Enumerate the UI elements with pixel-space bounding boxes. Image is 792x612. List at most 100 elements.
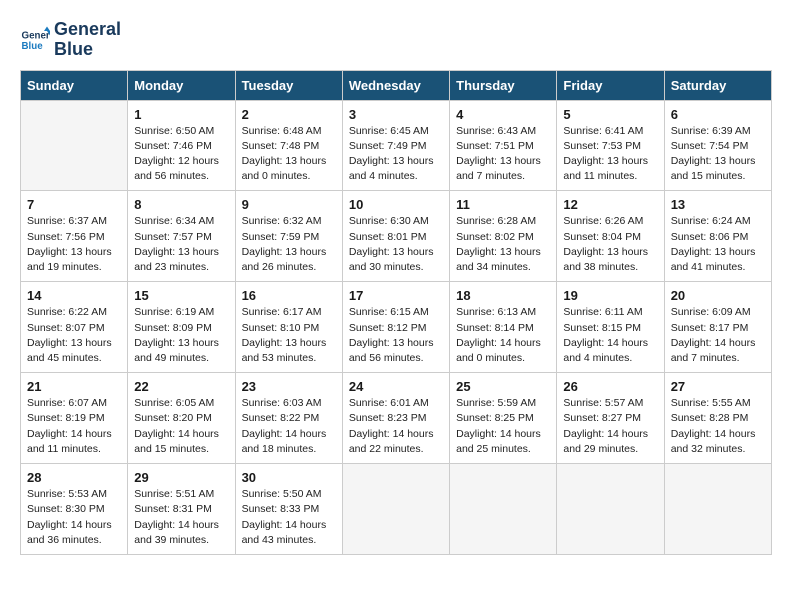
calendar-cell: 25 Sunrise: 5:59 AMSunset: 8:25 PMDayligh… xyxy=(450,373,557,464)
day-number: 21 xyxy=(27,379,121,394)
calendar-cell: 8 Sunrise: 6:34 AMSunset: 7:57 PMDaylight… xyxy=(128,191,235,282)
svg-text:Blue: Blue xyxy=(22,41,44,52)
calendar-cell: 2 Sunrise: 6:48 AMSunset: 7:48 PMDaylight… xyxy=(235,100,342,191)
calendar-cell: 30Sunrise: 5:50 AMSunset: 8:33 PMDayligh… xyxy=(235,464,342,555)
calendar-cell: 22 Sunrise: 6:05 AMSunset: 8:20 PMDayligh… xyxy=(128,373,235,464)
day-info: Sunrise: 5:57 AMSunset: 8:27 PMDaylight:… xyxy=(563,396,657,457)
header-cell-friday: Friday xyxy=(557,70,664,100)
day-info: Sunrise: 6:26 AMSunset: 8:04 PMDaylight:… xyxy=(563,214,657,275)
day-number: 20 xyxy=(671,288,765,303)
calendar-table: SundayMondayTuesdayWednesdayThursdayFrid… xyxy=(20,70,772,555)
day-number: 27 xyxy=(671,379,765,394)
calendar-cell xyxy=(664,464,771,555)
calendar-cell: 9 Sunrise: 6:32 AMSunset: 7:59 PMDaylight… xyxy=(235,191,342,282)
week-row-5: 28 Sunrise: 5:53 AMSunset: 8:30 PMDayligh… xyxy=(21,464,772,555)
day-number: 8 xyxy=(134,197,228,212)
day-number: 10 xyxy=(349,197,443,212)
calendar-header: SundayMondayTuesdayWednesdayThursdayFrid… xyxy=(21,70,772,100)
day-info: Sunrise: 6:01 AMSunset: 8:23 PMDaylight:… xyxy=(349,396,443,457)
day-info: Sunrise: 6:03 AMSunset: 8:22 PMDaylight:… xyxy=(242,396,336,457)
day-info: Sunrise: 6:19 AMSunset: 8:09 PMDaylight:… xyxy=(134,305,228,366)
day-number: 26 xyxy=(563,379,657,394)
calendar-cell: 24 Sunrise: 6:01 AMSunset: 8:23 PMDayligh… xyxy=(342,373,449,464)
day-info: Sunrise: 6:11 AMSunset: 8:15 PMDaylight:… xyxy=(563,305,657,366)
calendar-cell: 26 Sunrise: 5:57 AMSunset: 8:27 PMDayligh… xyxy=(557,373,664,464)
calendar-cell: 28 Sunrise: 5:53 AMSunset: 8:30 PMDayligh… xyxy=(21,464,128,555)
day-info: Sunrise: 6:22 AMSunset: 8:07 PMDaylight:… xyxy=(27,305,121,366)
calendar-cell: 29 Sunrise: 5:51 AMSunset: 8:31 PMDayligh… xyxy=(128,464,235,555)
calendar-cell: 11 Sunrise: 6:28 AMSunset: 8:02 PMDayligh… xyxy=(450,191,557,282)
day-number: 9 xyxy=(242,197,336,212)
day-number: 17 xyxy=(349,288,443,303)
day-info: Sunrise: 6:17 AMSunset: 8:10 PMDaylight:… xyxy=(242,305,336,366)
calendar-cell: 21 Sunrise: 6:07 AMSunset: 8:19 PMDayligh… xyxy=(21,373,128,464)
header: General Blue General Blue xyxy=(20,20,772,60)
day-info: Sunrise: 6:34 AMSunset: 7:57 PMDaylight:… xyxy=(134,214,228,275)
header-row: SundayMondayTuesdayWednesdayThursdayFrid… xyxy=(21,70,772,100)
day-number: 2 xyxy=(242,107,336,122)
calendar-cell: 3Sunrise: 6:45 AMSunset: 7:49 PMDaylight… xyxy=(342,100,449,191)
calendar-cell: 10 Sunrise: 6:30 AMSunset: 8:01 PMDayligh… xyxy=(342,191,449,282)
calendar-cell: 15Sunrise: 6:19 AMSunset: 8:09 PMDayligh… xyxy=(128,282,235,373)
calendar-body: 1 Sunrise: 6:50 AMSunset: 7:46 PMDaylight… xyxy=(21,100,772,554)
calendar-cell: 14 Sunrise: 6:22 AMSunset: 8:07 PMDayligh… xyxy=(21,282,128,373)
day-info: Sunrise: 5:51 AMSunset: 8:31 PMDaylight:… xyxy=(134,487,228,548)
day-number: 6 xyxy=(671,107,765,122)
day-info: Sunrise: 5:55 AMSunset: 8:28 PMDaylight:… xyxy=(671,396,765,457)
day-info: Sunrise: 6:07 AMSunset: 8:19 PMDaylight:… xyxy=(27,396,121,457)
day-info: Sunrise: 5:53 AMSunset: 8:30 PMDaylight:… xyxy=(27,487,121,548)
day-number: 16 xyxy=(242,288,336,303)
day-number: 28 xyxy=(27,470,121,485)
day-number: 22 xyxy=(134,379,228,394)
day-info: Sunrise: 6:09 AMSunset: 8:17 PMDaylight:… xyxy=(671,305,765,366)
calendar-cell: 19 Sunrise: 6:11 AMSunset: 8:15 PMDayligh… xyxy=(557,282,664,373)
week-row-3: 14 Sunrise: 6:22 AMSunset: 8:07 PMDayligh… xyxy=(21,282,772,373)
day-info: Sunrise: 6:43 AMSunset: 7:51 PMDaylight:… xyxy=(456,124,550,185)
day-number: 11 xyxy=(456,197,550,212)
calendar-cell: 20 Sunrise: 6:09 AMSunset: 8:17 PMDayligh… xyxy=(664,282,771,373)
week-row-4: 21 Sunrise: 6:07 AMSunset: 8:19 PMDayligh… xyxy=(21,373,772,464)
header-cell-thursday: Thursday xyxy=(450,70,557,100)
calendar-cell: 4 Sunrise: 6:43 AMSunset: 7:51 PMDaylight… xyxy=(450,100,557,191)
calendar-cell xyxy=(21,100,128,191)
day-info: Sunrise: 6:24 AMSunset: 8:06 PMDaylight:… xyxy=(671,214,765,275)
day-info: Sunrise: 5:59 AMSunset: 8:25 PMDaylight:… xyxy=(456,396,550,457)
day-info: Sunrise: 6:28 AMSunset: 8:02 PMDaylight:… xyxy=(456,214,550,275)
day-number: 4 xyxy=(456,107,550,122)
day-info: Sunrise: 6:13 AMSunset: 8:14 PMDaylight:… xyxy=(456,305,550,366)
day-number: 24 xyxy=(349,379,443,394)
day-number: 18 xyxy=(456,288,550,303)
calendar-cell: 6Sunrise: 6:39 AMSunset: 7:54 PMDaylight… xyxy=(664,100,771,191)
header-cell-saturday: Saturday xyxy=(664,70,771,100)
day-info: Sunrise: 6:30 AMSunset: 8:01 PMDaylight:… xyxy=(349,214,443,275)
day-info: Sunrise: 6:50 AMSunset: 7:46 PMDaylight:… xyxy=(134,124,228,185)
day-number: 19 xyxy=(563,288,657,303)
calendar-cell: 12 Sunrise: 6:26 AMSunset: 8:04 PMDayligh… xyxy=(557,191,664,282)
day-number: 29 xyxy=(134,470,228,485)
header-cell-sunday: Sunday xyxy=(21,70,128,100)
calendar-cell: 23 Sunrise: 6:03 AMSunset: 8:22 PMDayligh… xyxy=(235,373,342,464)
day-info: Sunrise: 6:32 AMSunset: 7:59 PMDaylight:… xyxy=(242,214,336,275)
calendar-cell: 7Sunrise: 6:37 AMSunset: 7:56 PMDaylight… xyxy=(21,191,128,282)
week-row-1: 1 Sunrise: 6:50 AMSunset: 7:46 PMDaylight… xyxy=(21,100,772,191)
day-info: Sunrise: 6:48 AMSunset: 7:48 PMDaylight:… xyxy=(242,124,336,185)
day-info: Sunrise: 6:41 AMSunset: 7:53 PMDaylight:… xyxy=(563,124,657,185)
day-number: 14 xyxy=(27,288,121,303)
day-number: 23 xyxy=(242,379,336,394)
day-info: Sunrise: 6:05 AMSunset: 8:20 PMDaylight:… xyxy=(134,396,228,457)
calendar-cell xyxy=(342,464,449,555)
day-number: 1 xyxy=(134,107,228,122)
header-cell-wednesday: Wednesday xyxy=(342,70,449,100)
day-info: Sunrise: 6:45 AMSunset: 7:49 PMDaylight:… xyxy=(349,124,443,185)
logo: General Blue General Blue xyxy=(20,20,121,60)
day-info: Sunrise: 5:50 AMSunset: 8:33 PMDaylight:… xyxy=(242,487,336,548)
calendar-cell: 18 Sunrise: 6:13 AMSunset: 8:14 PMDayligh… xyxy=(450,282,557,373)
week-row-2: 7Sunrise: 6:37 AMSunset: 7:56 PMDaylight… xyxy=(21,191,772,282)
logo-text-line1: General xyxy=(54,20,121,40)
day-number: 5 xyxy=(563,107,657,122)
logo-icon: General Blue xyxy=(20,25,50,55)
day-number: 25 xyxy=(456,379,550,394)
calendar-cell xyxy=(557,464,664,555)
day-number: 12 xyxy=(563,197,657,212)
header-cell-tuesday: Tuesday xyxy=(235,70,342,100)
